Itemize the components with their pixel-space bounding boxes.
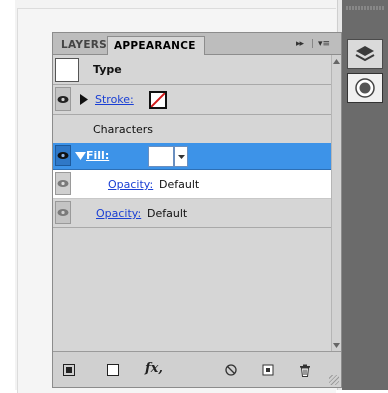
panel-dock (342, 0, 388, 390)
add-new-stroke-button[interactable] (63, 362, 75, 378)
tab-layers[interactable]: LAYERS (55, 36, 113, 55)
panel-menu-button[interactable]: ▾≡ (318, 37, 330, 51)
duplicate-item-button[interactable] (262, 362, 274, 378)
eye-icon (57, 209, 69, 216)
fill-opacity-value: Default (159, 178, 200, 191)
expand-triangle-icon[interactable] (80, 94, 88, 105)
scroll-down-icon[interactable] (333, 343, 340, 348)
fill-row[interactable]: Fill: (53, 143, 331, 170)
stroke-visibility-toggle[interactable] (55, 87, 71, 111)
fill-opacity-link[interactable]: Opacity: (108, 178, 153, 191)
clear-appearance-icon (225, 364, 237, 376)
collapse-panel-button[interactable]: ▸▸ (296, 37, 304, 51)
appearance-dock-button[interactable] (347, 73, 383, 103)
characters-row[interactable]: Characters (53, 115, 331, 143)
delete-item-icon (300, 364, 310, 377)
eye-icon (57, 180, 69, 187)
fill-visibility-toggle[interactable] (55, 145, 71, 166)
opacity-value: Default (147, 207, 188, 220)
appearance-list: Type Stroke: Characters Fill: Opacity: D… (53, 55, 331, 351)
stroke-link[interactable]: Stroke: (95, 93, 134, 106)
eye-icon (57, 95, 69, 103)
color-circle-icon (355, 78, 375, 98)
panel-resize-grip[interactable] (329, 375, 339, 385)
layers-diamond-icon (355, 46, 375, 62)
tabbar-separator: | (311, 39, 315, 49)
eye-icon (57, 152, 69, 159)
chevron-down-icon (177, 154, 185, 159)
characters-label: Characters (93, 123, 154, 136)
panel-bottom-toolbar: fx, (53, 351, 341, 387)
duplicate-item-icon (262, 364, 274, 376)
new-swatch-icon (107, 364, 119, 376)
vertical-scrollbar[interactable] (331, 55, 341, 351)
tab-appearance[interactable]: APPEARANCE (107, 36, 205, 55)
type-row[interactable]: Type (53, 55, 331, 85)
add-new-fill-button[interactable] (107, 362, 119, 378)
fill-label[interactable]: Fill: (86, 149, 109, 162)
add-effect-button[interactable]: fx, (145, 360, 163, 376)
type-thumbnail (55, 58, 79, 82)
scroll-up-icon[interactable] (333, 59, 340, 64)
dock-grip[interactable] (346, 6, 384, 10)
fill-swatch-dropdown[interactable] (174, 146, 188, 167)
stroke-row[interactable]: Stroke: (53, 85, 331, 115)
opacity-visibility-toggle[interactable] (55, 201, 71, 224)
fill-opacity-row[interactable]: Opacity: Default (53, 170, 331, 199)
none-slash-icon (151, 93, 165, 107)
panel-tabbar: LAYERS APPEARANCE ▸▸ | ▾≡ (53, 33, 341, 55)
opacity-row[interactable]: Opacity: Default (53, 199, 331, 228)
type-label: Type (93, 63, 122, 76)
collapse-triangle-icon[interactable] (75, 152, 86, 160)
new-art-icon (63, 364, 75, 376)
delete-item-button[interactable] (299, 362, 311, 378)
clear-appearance-button[interactable] (225, 362, 237, 378)
layers-dock-button[interactable] (347, 39, 383, 69)
appearance-panel: LAYERS APPEARANCE ▸▸ | ▾≡ Type Stroke: C… (52, 32, 342, 388)
fill-opacity-visibility-toggle[interactable] (55, 172, 71, 195)
stroke-none-swatch[interactable] (149, 91, 167, 109)
fill-color-swatch[interactable] (148, 146, 174, 167)
opacity-link[interactable]: Opacity: (96, 207, 141, 220)
